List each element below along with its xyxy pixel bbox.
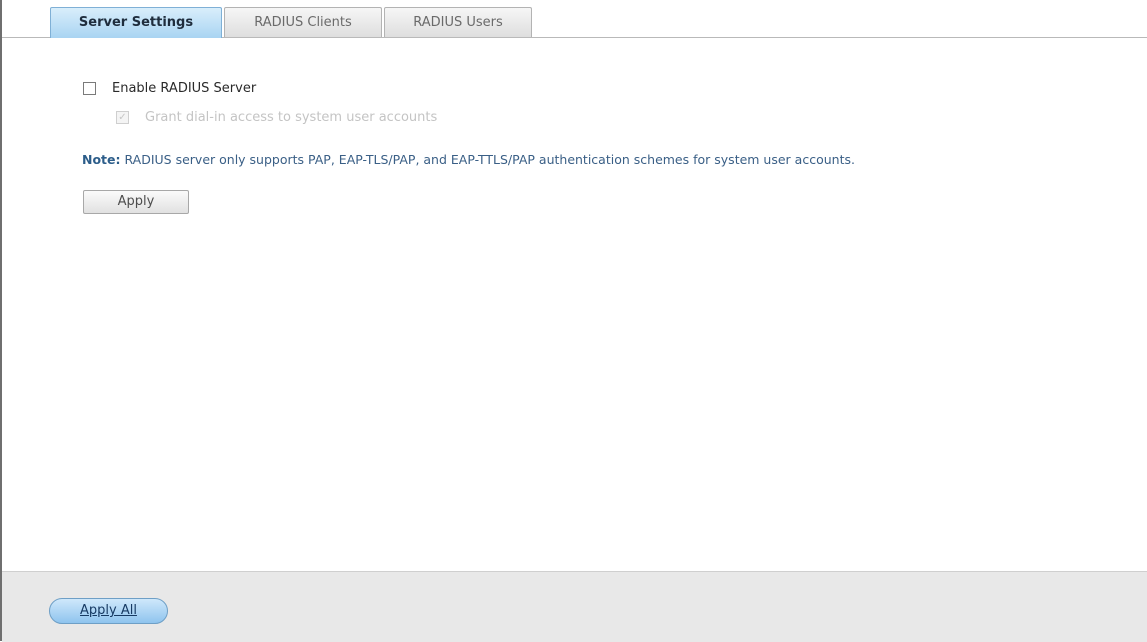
tab-server-settings[interactable]: Server Settings	[50, 7, 222, 38]
tab-radius-users[interactable]: RADIUS Users	[384, 7, 532, 37]
enable-radius-label: Enable RADIUS Server	[112, 81, 257, 96]
note-body: RADIUS server only supports PAP, EAP-TLS…	[120, 152, 855, 167]
tab-radius-clients[interactable]: RADIUS Clients	[224, 7, 382, 37]
checkmark-icon: ✓	[118, 111, 127, 123]
apply-button[interactable]: Apply	[83, 190, 189, 214]
tab-bar: Server Settings RADIUS Clients RADIUS Us…	[2, 0, 1147, 38]
note-prefix: Note:	[82, 152, 121, 167]
apply-all-button[interactable]: Apply All	[49, 598, 168, 624]
enable-radius-checkbox[interactable]	[83, 82, 96, 95]
enable-radius-row: Enable RADIUS Server	[83, 81, 256, 96]
footer-bar: Apply All	[2, 571, 1147, 642]
grant-dialin-label: Grant dial-in access to system user acco…	[145, 110, 438, 125]
grant-dialin-row: ✓ Grant dial-in access to system user ac…	[116, 110, 437, 125]
server-settings-panel: Enable RADIUS Server ✓ Grant dial-in acc…	[2, 38, 1147, 569]
grant-dialin-checkbox[interactable]: ✓	[116, 111, 129, 124]
radius-settings-window: Server Settings RADIUS Clients RADIUS Us…	[0, 0, 1147, 642]
note-text: Note: RADIUS server only supports PAP, E…	[82, 152, 855, 167]
